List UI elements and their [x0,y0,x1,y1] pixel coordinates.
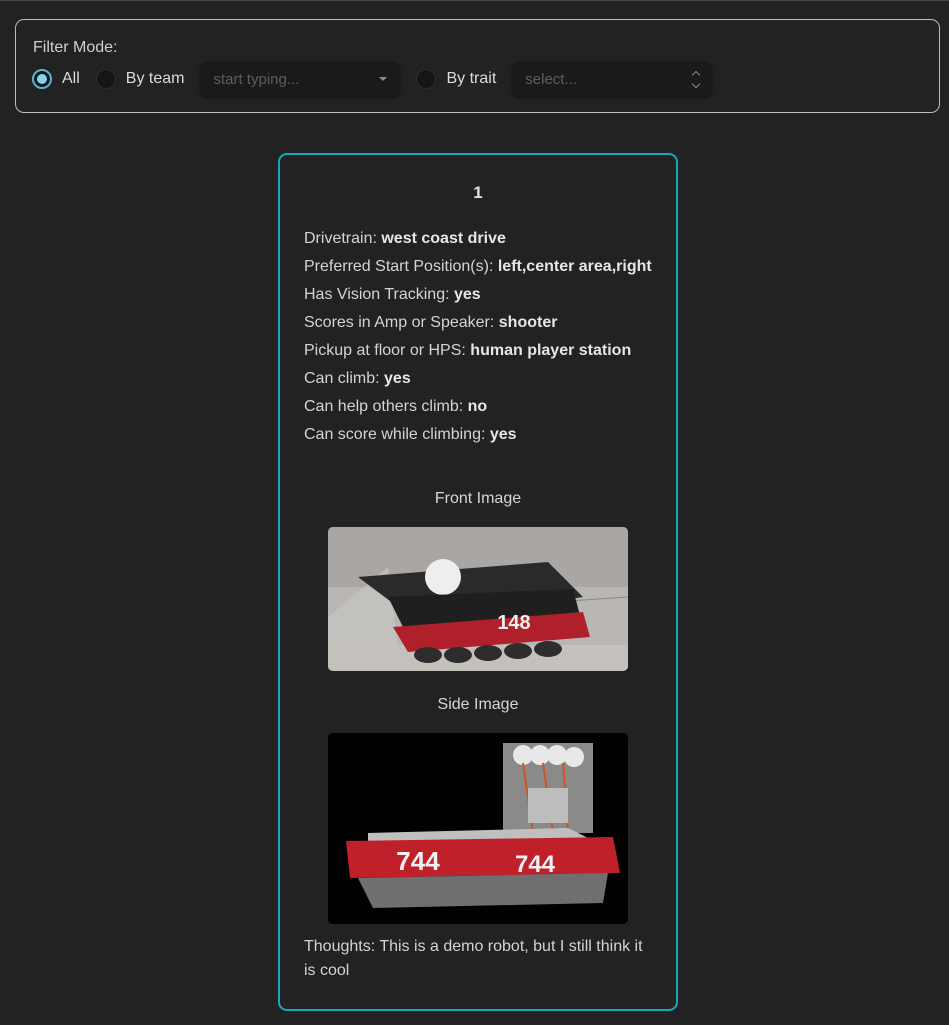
trait-select-placeholder: select... [525,70,577,88]
trait-select[interactable]: select... [513,62,712,96]
team-card: 1 Drivetrain: west coast drive Preferred… [278,153,678,1011]
radio-checked-dot [37,74,47,84]
trait-drivetrain: Drivetrain: west coast drive [304,230,506,247]
front-robot-number: 148 [497,612,530,634]
radio-all[interactable] [32,69,52,89]
window-top-edge [0,0,949,1]
trait-help-climb: Can help others climb: no [304,398,488,415]
caret-down-icon [379,77,388,81]
radio-by-trait-label[interactable]: By trait [446,70,496,88]
trait-list: Drivetrain: west coast drive Preferred S… [304,227,654,451]
front-image: 148 [328,527,628,671]
trait-vision-tracking: Has Vision Tracking: yes [304,286,481,303]
radio-all-label[interactable]: All [62,70,80,88]
radio-by-team[interactable] [95,69,116,89]
side-robot-photo: 744 744 [328,733,628,924]
trait-pickup: Pickup at floor or HPS: human player sta… [304,342,632,359]
side-image: 744 744 [328,733,628,924]
filter-options: All By team start typing... By trait sel… [32,62,712,96]
team-number: 1 [473,183,483,202]
front-robot-photo: 148 [328,527,628,671]
side-image-caption: Side Image [437,696,519,713]
filter-panel: Filter Mode: All By team start typing...… [15,19,940,113]
filter-mode-label: Filter Mode: [33,39,118,56]
side-robot-number-2: 744 [515,851,556,878]
radio-by-trait[interactable] [416,69,437,89]
thoughts-text: Thoughts: This is a demo robot, but I st… [304,938,643,979]
radio-by-team-label[interactable]: By team [126,70,185,88]
team-select-placeholder: start typing... [213,70,300,88]
team-select[interactable]: start typing... [201,62,400,96]
trait-amp-speaker: Scores in Amp or Speaker: shooter [304,314,558,331]
side-robot-number: 744 [396,846,440,876]
trait-start-position: Preferred Start Position(s): left,center… [304,258,652,275]
front-image-caption: Front Image [434,490,522,507]
trait-can-climb: Can climb: yes [304,370,411,387]
up-down-chevron-icon [692,69,701,90]
trait-score-while-climbing: Can score while climbing: yes [304,426,517,443]
